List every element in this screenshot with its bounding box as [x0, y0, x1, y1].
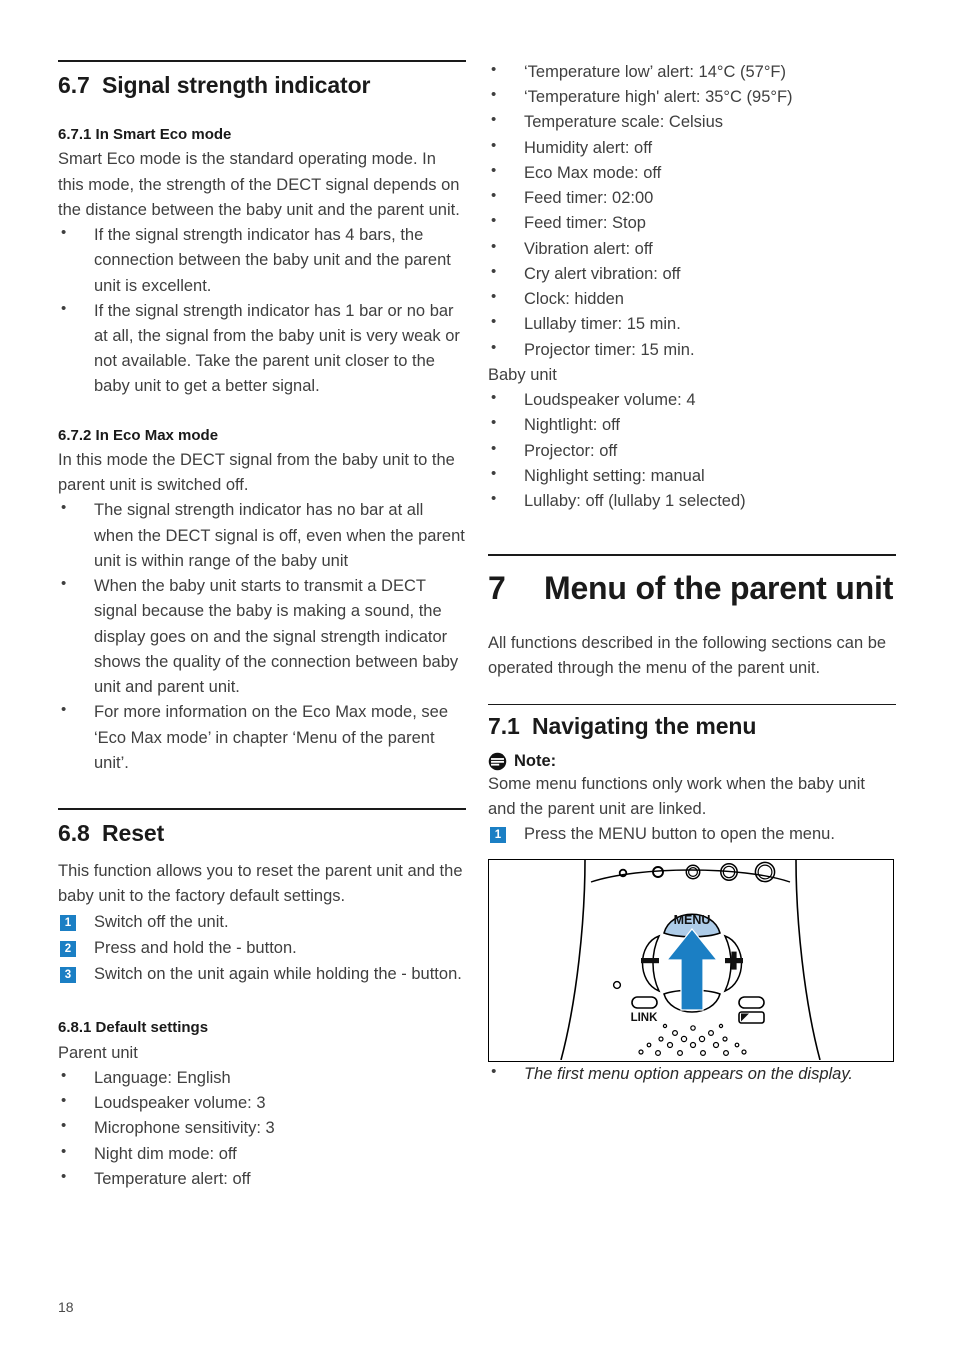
list-item: Clock: hidden — [488, 286, 896, 312]
section-heading-6-7: 6.7 Signal strength indicator — [58, 72, 466, 99]
sound-level-dot-2 — [652, 866, 664, 879]
list-item: Temperature scale: Celsius — [488, 109, 896, 135]
section-rule-6-7 — [58, 60, 466, 62]
list-item: ‘Temperature high' alert: 35°C (95°F) — [488, 84, 896, 110]
step-item: 3 Switch on the unit again while holding… — [58, 962, 466, 987]
chapter-heading-7: 7 Menu of the parent unit — [488, 568, 896, 609]
battery-indicator — [738, 996, 765, 1010]
figure-parent-unit-menu: MENU LINK — [488, 859, 894, 1063]
group-label-baby-unit: Baby unit — [488, 365, 557, 384]
list-item: The signal strength indicator has no bar… — [58, 497, 466, 574]
document-page: 6.7 Signal strength indicator 6.7.1 In S… — [0, 0, 954, 1350]
list-item: ‘Temperature low’ alert: 14°C (57°F) — [488, 59, 896, 85]
list-item: Nighlight setting: manual — [488, 463, 896, 489]
bullet-list-6-7-2: The signal strength indicator has no bar… — [58, 497, 466, 776]
step-item: 1 Switch off the unit. — [58, 910, 466, 935]
subsection-heading-6-8-1: 6.8.1 Default settings — [58, 1019, 209, 1037]
list-item: If the signal strength indicator has 4 b… — [58, 222, 466, 299]
subsection-paragraph-6-7-2: In this mode the DECT signal from the ba… — [58, 450, 455, 495]
note-title: Note: — [514, 751, 557, 770]
section-title: Reset — [102, 820, 165, 847]
parent-unit-illustration: MENU LINK — [560, 860, 821, 1061]
note-icon — [488, 752, 507, 771]
step-item: 2 Press and hold the - button. — [58, 936, 466, 961]
step-text: Switch off the unit. — [94, 912, 229, 931]
list-item: Loudspeaker volume: 4 — [488, 387, 896, 413]
step-badge: 1 — [60, 914, 76, 931]
list-item: Night dim mode: off — [58, 1140, 466, 1167]
list-item: Microphone sensitivity: 3 — [58, 1115, 466, 1141]
list-item: Humidity alert: off — [488, 135, 896, 161]
chapter-intro-paragraph: All functions described in the following… — [488, 634, 887, 678]
plus-icon-vertical — [731, 952, 737, 971]
note-header: Note: — [488, 752, 896, 771]
list-item: Lullaby: off (lullaby 1 selected) — [488, 488, 896, 514]
list-item: When the baby unit starts to transmit a … — [58, 573, 466, 700]
subsection-heading-6-7-1: 6.7.1 In Smart Eco mode — [58, 126, 232, 144]
step-badge: 3 — [60, 967, 76, 984]
list-item: Cry alert vibration: off — [488, 261, 896, 287]
page-number: 18 — [58, 1299, 74, 1315]
step-badge: 1 — [490, 827, 506, 844]
figure-caption-list: The first menu option appears on the dis… — [488, 1061, 896, 1087]
list-item: If the signal strength indicator has 1 b… — [58, 298, 466, 400]
step-text: Press the MENU button to open the menu. — [524, 825, 835, 844]
section-title: Signal strength indicator — [102, 72, 371, 98]
chapter-rule-7 — [488, 554, 896, 557]
step-badge: 2 — [60, 940, 76, 957]
section-heading-7-1: 7.1 Navigating the menu — [488, 713, 896, 740]
status-led — [612, 981, 622, 990]
subsection-paragraph-6-7-1: Smart Eco mode is the standard operating… — [58, 150, 460, 219]
speaker-holes — [638, 1024, 747, 1057]
list-item: Feed timer: Stop — [488, 210, 896, 236]
section-rule-6-8 — [58, 808, 466, 811]
section-heading-6-8: 6.8 Reset — [58, 820, 466, 847]
step-item: 1 Press the MENU button to open the menu… — [488, 822, 896, 847]
subsection-heading-6-7-2: 6.7.2 In Eco Max mode — [58, 426, 219, 444]
minus-button — [641, 935, 661, 993]
step-text: Switch on the unit again while holding t… — [94, 965, 462, 984]
list-item: Nightlight: off — [488, 412, 896, 438]
device-left-edge — [560, 860, 586, 1061]
list-item: For more information on the Eco Max mode… — [58, 699, 466, 776]
list-item: Lullaby timer: 15 min. — [488, 311, 896, 337]
group-label-parent-unit: Parent unit — [58, 1043, 138, 1062]
minus-icon — [641, 958, 659, 964]
right-column: ‘Temperature low’ alert: 14°C (57°F) ‘Te… — [488, 59, 896, 1088]
chapter-number: 7 — [488, 570, 506, 607]
section-rule-7-1 — [488, 703, 896, 705]
section-number: 7.1 — [488, 712, 520, 739]
device-right-edge — [795, 860, 821, 1061]
step-list-7-1: 1 Press the MENU button to open the menu… — [488, 822, 896, 847]
left-column: 6.7 Signal strength indicator 6.7.1 In S… — [58, 60, 466, 1192]
list-item: Language: English — [58, 1065, 466, 1091]
bullet-list-6-8-1: Language: English Loudspeaker volume: 3 … — [58, 1065, 466, 1192]
list-item: Eco Max mode: off — [488, 160, 896, 186]
section-number: 6.8 — [58, 820, 90, 847]
link-label: LINK — [631, 1012, 659, 1024]
list-item: Temperature alert: off — [58, 1166, 466, 1192]
sound-level-dot-1 — [618, 869, 628, 878]
bullet-list-baby-unit-defaults: Loudspeaker volume: 4 Nightlight: off Pr… — [488, 387, 896, 514]
list-item: Projector: off — [488, 438, 896, 464]
list-item: Feed timer: 02:00 — [488, 185, 896, 211]
note-text: Some menu functions only work when the b… — [488, 774, 865, 818]
step-list-6-8: 1 Switch off the unit. 2 Press and hold … — [58, 910, 466, 988]
list-item: Loudspeaker volume: 3 — [58, 1090, 466, 1116]
list-item: Vibration alert: off — [488, 236, 896, 262]
list-item: The first menu option appears on the dis… — [488, 1061, 896, 1087]
section-paragraph-6-8: This function allows you to reset the pa… — [58, 862, 463, 906]
section-number: 6.7 — [58, 72, 90, 98]
section-title: Navigating the menu — [532, 712, 757, 739]
step-text: Press and hold the - button. — [94, 938, 297, 957]
list-item: Projector timer: 15 min. — [488, 337, 896, 363]
link-indicator — [631, 996, 658, 1010]
bullet-list-6-7-1: If the signal strength indicator has 4 b… — [58, 222, 466, 400]
chapter-title: Menu of the parent unit — [544, 570, 894, 607]
bullet-list-parent-defaults-continued: ‘Temperature low’ alert: 14°C (57°F) ‘Te… — [488, 59, 896, 363]
menu-button-label: MENU — [674, 913, 711, 927]
